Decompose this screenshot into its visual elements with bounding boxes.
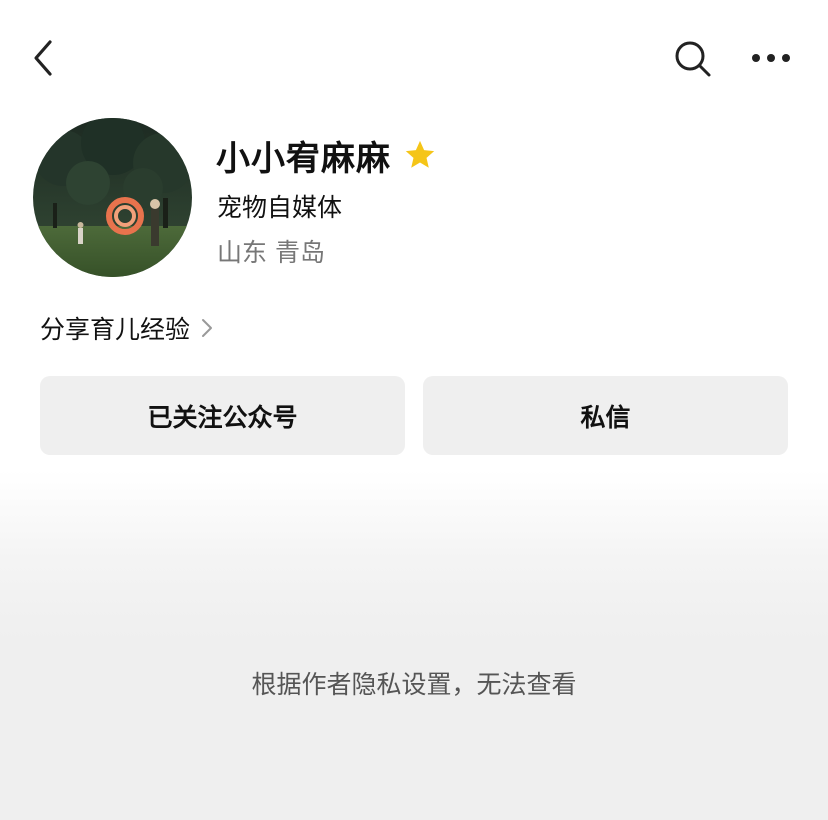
top-nav-bar xyxy=(0,0,828,116)
more-options-button[interactable] xyxy=(748,40,794,76)
more-horizontal-icon xyxy=(752,54,790,62)
avatar[interactable] xyxy=(33,118,192,277)
profile-category: 宠物自媒体 xyxy=(217,193,343,222)
search-button[interactable] xyxy=(672,38,714,80)
profile-bio: 分享育儿经验 xyxy=(40,315,191,344)
privacy-notice: 根据作者隐私设置，无法查看 xyxy=(251,670,577,699)
profile-bio-link[interactable]: 分享育儿经验 xyxy=(40,311,214,345)
chevron-left-icon xyxy=(34,40,52,76)
profile-location: 山东 青岛 xyxy=(217,238,325,267)
message-button[interactable]: 私信 xyxy=(423,376,788,455)
message-label: 私信 xyxy=(580,402,631,432)
followed-account-label: 已关注公众号 xyxy=(147,402,298,432)
followed-account-button[interactable]: 已关注公众号 xyxy=(40,376,405,455)
chevron-right-icon xyxy=(202,319,213,337)
search-icon xyxy=(675,41,711,77)
profile-name-row: 小小宥麻麻 xyxy=(216,132,437,179)
back-button[interactable] xyxy=(26,38,62,78)
avatar-image xyxy=(33,118,192,277)
profile-name: 小小宥麻麻 xyxy=(216,138,391,179)
star-icon xyxy=(405,140,435,168)
